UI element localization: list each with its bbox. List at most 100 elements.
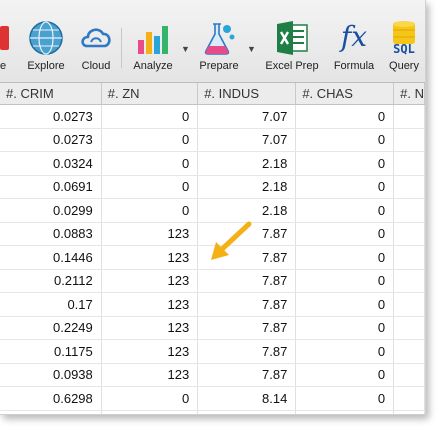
table-row[interactable]: 0.0938 123 7.87 0 xyxy=(0,363,425,387)
cell-zn[interactable]: 0 xyxy=(101,198,199,223)
table-row[interactable]: 0.0324 0 2.18 0 xyxy=(0,151,425,176)
cell-indus[interactable]: 7.07 xyxy=(197,128,297,152)
cell-nox[interactable] xyxy=(393,410,425,414)
column-header-indus[interactable]: #. INDUS xyxy=(197,83,297,105)
cell-chas[interactable]: 0 xyxy=(295,151,395,176)
prepare-button[interactable]: Prepare xyxy=(198,20,240,76)
cell-crim[interactable]: 0.1175 xyxy=(0,339,102,364)
cell-chas[interactable]: 0 xyxy=(295,198,395,223)
table-row[interactable]: 0.17 123 7.87 0 xyxy=(0,292,425,317)
cell-chas[interactable]: 0 xyxy=(295,269,395,293)
cell-nox[interactable] xyxy=(393,104,425,129)
cell-zn[interactable]: 123 xyxy=(101,269,199,293)
cell-crim[interactable]: 0.0273 xyxy=(0,104,102,129)
cell-chas[interactable]: 0 xyxy=(295,339,395,364)
cell-crim[interactable]: 0.6298 xyxy=(0,386,102,411)
cell-zn[interactable]: 0 xyxy=(101,175,199,199)
app-window: e Explore Cloud Analyze ▼ Prepare ▼ Exce… xyxy=(0,0,426,415)
cell-crim[interactable]: 0.638 xyxy=(0,410,102,414)
cell-chas[interactable]: 0 xyxy=(295,292,395,317)
cell-zn[interactable]: 0 xyxy=(101,151,199,176)
table-row[interactable]: 0.1175 123 7.87 0 xyxy=(0,339,425,364)
cell-crim[interactable]: 0.17 xyxy=(0,292,102,317)
cell-crim[interactable]: 0.2112 xyxy=(0,269,102,293)
cell-chas[interactable]: 0 xyxy=(295,222,395,246)
cell-nox[interactable] xyxy=(393,339,425,364)
cell-crim[interactable]: 0.0938 xyxy=(0,363,102,387)
cell-crim[interactable]: 0.0324 xyxy=(0,151,102,176)
table-row[interactable]: 0.0299 0 2.18 0 xyxy=(0,198,425,223)
cell-indus[interactable]: 7.87 xyxy=(197,316,297,340)
cell-zn[interactable]: 0 xyxy=(101,410,199,414)
cell-nox[interactable] xyxy=(393,198,425,223)
column-header-nox[interactable]: #. N xyxy=(393,83,425,105)
cell-crim[interactable]: 0.1446 xyxy=(0,245,102,270)
cell-indus[interactable]: 7.87 xyxy=(197,339,297,364)
cell-chas[interactable]: 0 xyxy=(295,245,395,270)
cell-chas[interactable]: 0 xyxy=(295,104,395,129)
cell-chas[interactable]: 0 xyxy=(295,363,395,387)
cell-indus[interactable]: 8.14 xyxy=(197,386,297,411)
cell-nox[interactable] xyxy=(393,128,425,152)
cell-nox[interactable] xyxy=(393,269,425,293)
cell-nox[interactable] xyxy=(393,316,425,340)
column-header-zn[interactable]: #. ZN xyxy=(101,83,199,105)
cell-chas[interactable]: 0 xyxy=(295,410,395,414)
cell-chas[interactable]: 0 xyxy=(295,386,395,411)
cell-nox[interactable] xyxy=(393,363,425,387)
column-header-chas[interactable]: #. CHAS xyxy=(295,83,395,105)
cell-zn[interactable]: 123 xyxy=(101,339,199,364)
cell-zn[interactable]: 123 xyxy=(101,292,199,317)
cell-nox[interactable] xyxy=(393,175,425,199)
table-row[interactable]: 0.2112 123 7.87 0 xyxy=(0,269,425,293)
cell-zn[interactable]: 123 xyxy=(101,222,199,246)
query-button[interactable]: SQL Query xyxy=(386,20,422,76)
table-row[interactable]: 0.63808.140 xyxy=(0,410,425,414)
toolbar-item-partial[interactable]: e xyxy=(0,20,12,76)
analyze-button[interactable]: Analyze xyxy=(132,20,174,76)
cell-indus[interactable]: 2.18 xyxy=(197,198,297,223)
bar-chart-icon xyxy=(138,26,168,54)
sql-text: SQL xyxy=(393,42,415,56)
formula-button[interactable]: fx Formula xyxy=(334,20,374,76)
prepare-dropdown-icon[interactable]: ▼ xyxy=(247,44,256,54)
cell-nox[interactable] xyxy=(393,292,425,317)
cell-indus[interactable]: 7.07 xyxy=(197,104,297,129)
cell-crim[interactable]: 0.2249 xyxy=(0,316,102,340)
cell-indus[interactable]: 7.87 xyxy=(197,269,297,293)
table-row[interactable]: 0.0273 0 7.07 0 xyxy=(0,128,425,152)
analyze-dropdown-icon[interactable]: ▼ xyxy=(181,44,190,54)
cell-zn[interactable]: 123 xyxy=(101,316,199,340)
table-row[interactable]: 0.0273 0 7.07 0 xyxy=(0,104,425,129)
cell-chas[interactable]: 0 xyxy=(295,175,395,199)
table-row[interactable]: 0.0691 0 2.18 0 xyxy=(0,175,425,199)
table-row[interactable]: 0.6298 0 8.14 0 xyxy=(0,386,425,411)
cell-nox[interactable] xyxy=(393,222,425,246)
cell-zn[interactable]: 0 xyxy=(101,386,199,411)
column-header-crim[interactable]: #. CRIM xyxy=(0,83,102,105)
cell-crim[interactable]: 0.0883 xyxy=(0,222,102,246)
cell-zn[interactable]: 0 xyxy=(101,104,199,129)
cloud-button[interactable]: Cloud xyxy=(78,20,114,76)
cell-nox[interactable] xyxy=(393,386,425,411)
cell-crim[interactable]: 0.0299 xyxy=(0,198,102,223)
cell-crim[interactable]: 0.0691 xyxy=(0,175,102,199)
cell-crim[interactable]: 0.0273 xyxy=(0,128,102,152)
cell-zn[interactable]: 123 xyxy=(101,363,199,387)
cell-indus[interactable]: 7.87 xyxy=(197,363,297,387)
cell-indus[interactable]: 2.18 xyxy=(197,175,297,199)
cell-zn[interactable]: 0 xyxy=(101,128,199,152)
cell-indus[interactable]: 2.18 xyxy=(197,151,297,176)
excel-prep-button[interactable]: Excel Prep xyxy=(264,20,320,76)
cell-zn[interactable]: 123 xyxy=(101,245,199,270)
cell-chas[interactable]: 0 xyxy=(295,128,395,152)
header-row: #. CRIM #. ZN #. INDUS #. CHAS #. N xyxy=(0,83,425,105)
table-row[interactable]: 0.2249 123 7.87 0 xyxy=(0,316,425,340)
cell-nox[interactable] xyxy=(393,245,425,270)
formula-label: Formula xyxy=(333,60,375,72)
cell-indus[interactable]: 7.87 xyxy=(197,292,297,317)
explore-button[interactable]: Explore xyxy=(26,20,66,76)
cell-chas[interactable]: 0 xyxy=(295,316,395,340)
cell-nox[interactable] xyxy=(393,151,425,176)
cell-indus[interactable]: 8.14 xyxy=(197,410,297,414)
